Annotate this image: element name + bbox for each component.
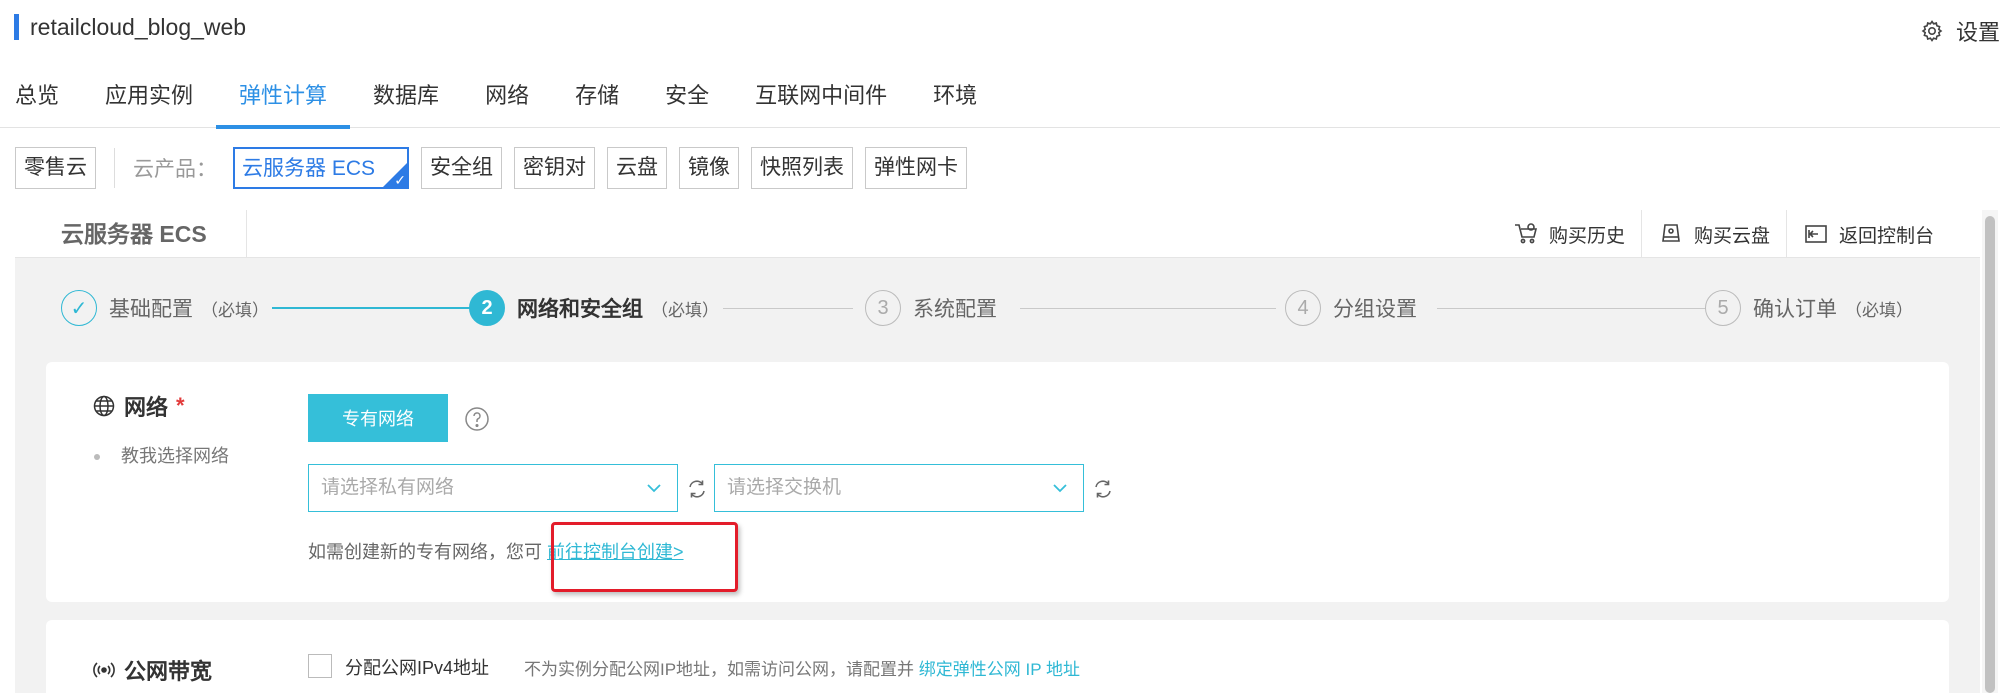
step-required-note: （必填）	[651, 300, 719, 320]
products-label: 云产品：	[133, 158, 217, 181]
panel-title: 云服务器 ECS	[15, 210, 247, 258]
step-number: 2	[469, 290, 505, 326]
back-to-console-label: 返回控制台	[1838, 225, 1934, 247]
product-chip-ecs[interactable]: 云服务器 ECS ✓	[233, 147, 410, 189]
step-label: 网络和安全组	[517, 298, 643, 321]
tab-database[interactable]: 数据库	[350, 72, 462, 128]
create-vpc-note-text: 如需创建新的专有网络，您可	[308, 542, 542, 562]
buy-disk-button[interactable]: 购买云盘	[1640, 210, 1786, 258]
bandwidth-section-title: 公网带宽	[92, 654, 212, 686]
step-connector-4	[1437, 308, 1707, 309]
product-chip-security-group[interactable]: 安全组	[421, 147, 503, 189]
tab-security[interactable]: 安全	[642, 72, 732, 128]
step-required-note: （必填）	[201, 300, 269, 320]
network-title: 网络	[124, 395, 169, 420]
vpc-select[interactable]: 请选择私有网络	[308, 464, 678, 512]
vswitch-select[interactable]: 请选择交换机	[714, 464, 1084, 512]
product-chip-snapshot-list[interactable]: 快照列表	[751, 147, 854, 189]
step-confirm-order[interactable]: 5 确认订单 （必填）	[1705, 288, 1913, 328]
globe-icon	[93, 395, 115, 417]
help-icon[interactable]	[464, 406, 490, 432]
step-group-settings[interactable]: 4 分组设置	[1285, 288, 1417, 328]
title-bar: retailcloud_blog_web 设置	[0, 0, 2000, 60]
purchase-history-button[interactable]: 购买历史	[1497, 210, 1641, 258]
tab-middleware[interactable]: 互联网中间件	[732, 72, 910, 128]
retail-cloud-chip[interactable]: 零售云	[15, 147, 96, 189]
step-connector-3	[1020, 308, 1276, 309]
ipv4-note-text: 不为实例分配公网IP地址，如需访问公网，请配置并	[524, 660, 915, 679]
step-connector-1	[272, 307, 470, 309]
step-check-icon: ✓	[61, 290, 97, 326]
back-to-console-button[interactable]: 返回控制台	[1785, 210, 1950, 258]
ecs-panel: 云服务器 ECS 购买历史 购买云盘 返回控制台 ✓ 基础配置 （必填） 2 网…	[15, 210, 1980, 693]
purchase-history-label: 购买历史	[1548, 225, 1625, 247]
network-card: 网络 * 教我选择网络 专有网络 请选择私有网络 请选择交换机 如需创建新的专有…	[46, 362, 1949, 602]
bandwidth-title: 公网带宽	[124, 659, 213, 684]
step-label: 确认订单	[1753, 298, 1837, 321]
vertical-scrollbar[interactable]	[1982, 210, 1998, 693]
tab-network[interactable]: 网络	[462, 72, 552, 128]
vpc-type-button[interactable]: 专有网络	[308, 394, 448, 442]
bandwidth-card: 公网带宽 分配公网IPv4地址 不为实例分配公网IP地址，如需访问公网，请配置并…	[46, 620, 1949, 693]
assign-ipv4-checkbox[interactable]	[308, 654, 332, 678]
tab-overview[interactable]: 总览	[0, 72, 82, 128]
required-mark: *	[176, 393, 185, 418]
ipv4-note: 不为实例分配公网IP地址，如需访问公网，请配置并 绑定弹性公网 IP 地址	[524, 655, 1080, 680]
app-title: retailcloud_blog_web	[30, 14, 247, 40]
step-number: 4	[1285, 290, 1321, 326]
product-chip-cloud-disk[interactable]: 云盘	[607, 147, 668, 189]
step-network-security[interactable]: 2 网络和安全组 （必填）	[469, 288, 719, 328]
tab-elastic-compute[interactable]: 弹性计算	[216, 72, 351, 129]
title-accent-bar	[14, 14, 19, 40]
step-label: 分组设置	[1333, 298, 1417, 321]
panel-actions: 购买历史 购买云盘 返回控制台	[1497, 210, 1950, 258]
product-chip-image[interactable]: 镜像	[679, 147, 740, 189]
chevron-down-icon	[647, 484, 661, 493]
disk-icon	[1662, 224, 1680, 242]
vpc-select-placeholder: 请选择私有网络	[321, 477, 455, 498]
product-chip-key-pair[interactable]: 密钥对	[514, 147, 596, 189]
product-subnav: 零售云 云产品： 云服务器 ECS ✓ 安全组 密钥对 云盘 镜像 快照列表 弹…	[15, 146, 979, 190]
product-chip-eni[interactable]: 弹性网卡	[865, 147, 968, 189]
highlight-annotation	[551, 522, 738, 592]
panel-header: 云服务器 ECS 购买历史 购买云盘 返回控制台	[15, 210, 1980, 258]
step-required-note: （必填）	[1845, 300, 1913, 320]
step-label: 系统配置	[913, 298, 997, 321]
check-icon: ✓	[394, 172, 407, 188]
step-basic-config[interactable]: ✓ 基础配置 （必填）	[61, 288, 269, 328]
step-label: 基础配置	[109, 298, 193, 321]
chevron-down-icon	[1053, 484, 1067, 493]
order-stepper: ✓ 基础配置 （必填） 2 网络和安全组 （必填） 3 系统配置 4 分组设置 …	[15, 258, 1980, 358]
tab-app-instances[interactable]: 应用实例	[82, 72, 216, 128]
network-hint-text: 教我选择网络	[121, 446, 230, 466]
buy-disk-label: 购买云盘	[1693, 225, 1770, 247]
settings-button[interactable]: 设置	[1920, 14, 2000, 48]
main-tabs: 总览 应用实例 弹性计算 数据库 网络 存储 安全 互联网中间件 环境	[0, 72, 2000, 129]
back-console-icon	[1805, 225, 1827, 243]
step-number: 3	[865, 290, 901, 326]
refresh-icon[interactable]	[686, 478, 708, 500]
refresh-icon[interactable]	[1092, 478, 1114, 500]
assign-ipv4-label[interactable]: 分配公网IPv4地址	[345, 654, 489, 680]
scrollbar-thumb[interactable]	[1985, 216, 1995, 693]
vswitch-select-placeholder: 请选择交换机	[727, 477, 842, 498]
step-system-config[interactable]: 3 系统配置	[865, 288, 997, 328]
gear-icon	[1921, 20, 1943, 42]
subnav-divider	[114, 148, 115, 188]
tab-storage[interactable]: 存储	[552, 72, 642, 128]
tab-environment[interactable]: 环境	[910, 72, 1000, 128]
network-section-title: 网络 *	[92, 390, 185, 422]
bind-eip-link[interactable]: 绑定弹性公网 IP 地址	[919, 660, 1080, 679]
bullet-dot	[94, 454, 100, 461]
product-chip-ecs-label: 云服务器 ECS	[242, 157, 376, 180]
step-connector-2	[723, 308, 853, 309]
step-number: 5	[1705, 290, 1741, 326]
broadcast-icon	[93, 662, 115, 678]
cart-icon	[1514, 223, 1537, 244]
settings-label: 设置	[1956, 20, 2000, 45]
network-help-hint[interactable]: 教我选择网络	[94, 442, 229, 468]
